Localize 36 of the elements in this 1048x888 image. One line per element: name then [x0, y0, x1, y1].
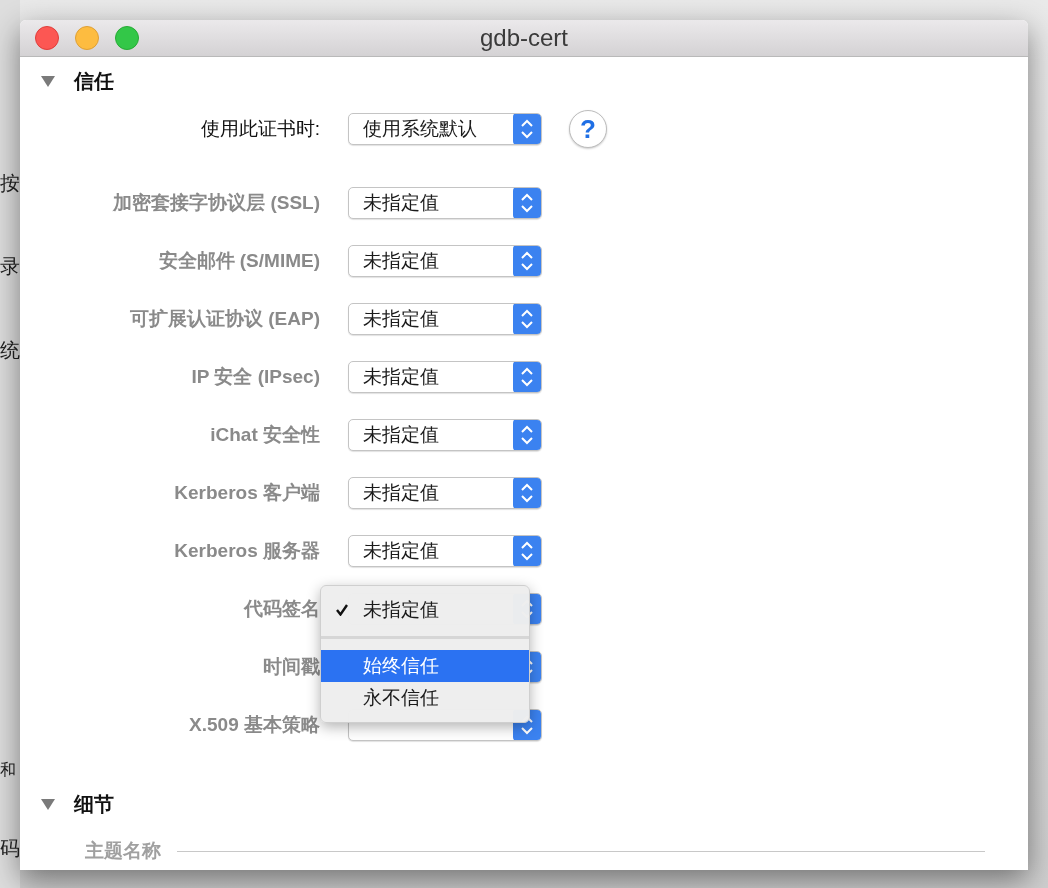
field-label: 使用此证书时:	[199, 117, 320, 141]
field-label: 加密套接字协议层 (SSL)	[112, 191, 320, 215]
close-button[interactable]	[35, 26, 59, 50]
section-title: 信任	[74, 68, 114, 94]
window-title: gdb-cert	[479, 24, 568, 52]
background-text: 和	[0, 760, 17, 780]
background-text: 按	[0, 171, 20, 195]
background-text: 录	[0, 254, 20, 278]
popup-button[interactable]: 使用系统默认	[348, 113, 542, 145]
disclosure-triangle-icon[interactable]	[40, 74, 56, 88]
popup-button[interactable]: 未指定值	[348, 187, 542, 219]
popup-button[interactable]: 未指定值	[348, 245, 542, 277]
field-label: 安全邮件 (S/MIME)	[157, 249, 320, 273]
help-button[interactable]: ?	[569, 110, 607, 148]
field-label: iChat 安全性	[209, 423, 320, 447]
zoom-button[interactable]	[115, 26, 139, 50]
popup-button[interactable]: 未指定值	[348, 477, 542, 509]
popup-button[interactable]: 未指定值	[348, 361, 542, 393]
field-label: 可扩展认证协议 (EAP)	[129, 307, 320, 331]
field-label: Kerberos 客户端	[173, 481, 320, 505]
popup-button[interactable]: 未指定值	[348, 303, 542, 335]
field-label: 时间戳	[262, 655, 320, 679]
field-label: X.509 基本策略	[188, 713, 320, 737]
section-title: 细节	[74, 791, 114, 817]
field-label: 代码签名	[242, 597, 320, 621]
disclosure-triangle-icon[interactable]	[40, 797, 56, 811]
background-text: 码	[0, 836, 20, 860]
menu-item[interactable]: 永不信任	[321, 682, 529, 714]
menu-item[interactable]: 未指定值	[321, 594, 529, 626]
background-text: 统	[0, 338, 20, 362]
field-label: Kerberos 服务器	[173, 539, 320, 563]
field-label: IP 安全 (IPsec)	[190, 365, 320, 389]
popup-button[interactable]: 未指定值	[348, 419, 542, 451]
field-label: 主题名称	[85, 839, 161, 863]
popup-button[interactable]: 未指定值	[348, 535, 542, 567]
menu-item[interactable]: 始终信任	[321, 650, 529, 682]
